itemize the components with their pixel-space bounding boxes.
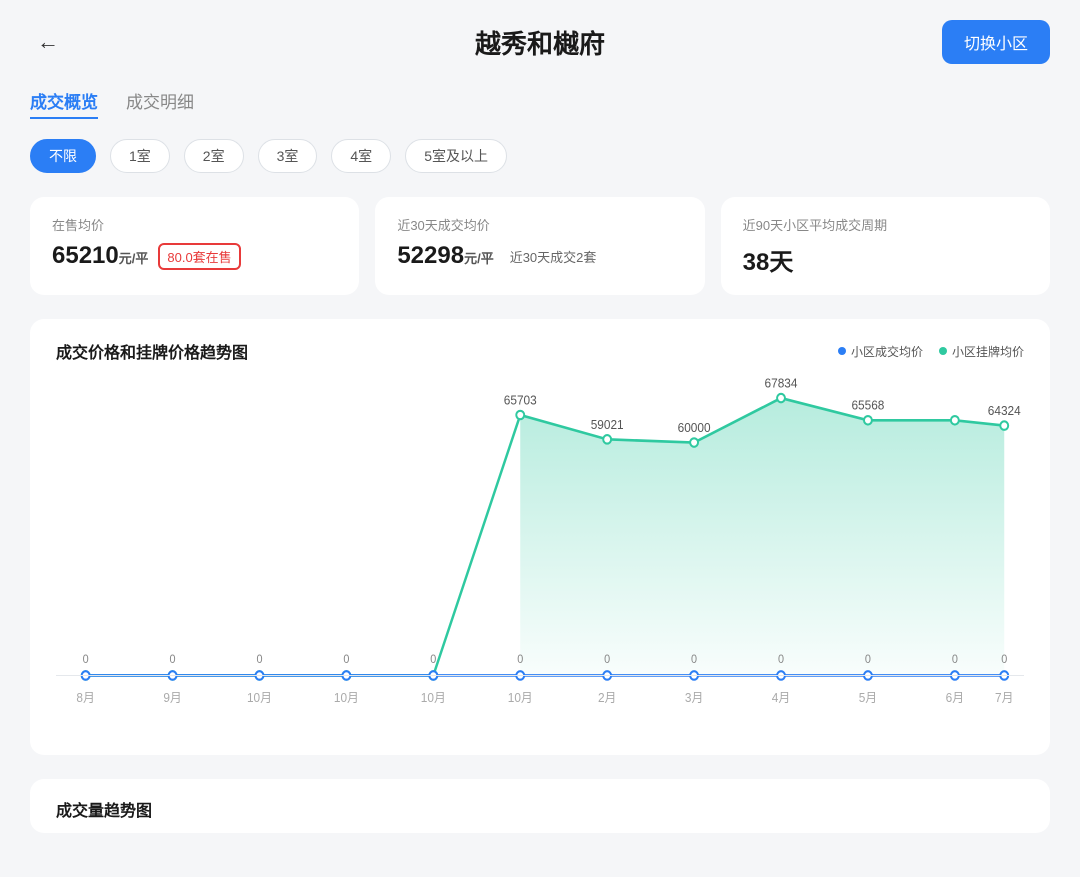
filter-1room[interactable]: 1室 (110, 139, 170, 173)
filter-5room[interactable]: 5室及以上 (405, 139, 507, 173)
deal-label-0-1: 0 (170, 653, 176, 665)
price-chart-card: 成交价格和挂牌价格趋势图 小区成交均价 小区挂牌均价 (30, 319, 1050, 755)
x-label-4: 10月 (421, 691, 446, 705)
switch-community-button[interactable]: 切换小区 (942, 20, 1050, 64)
legend-listing-price: 小区挂牌均价 (939, 343, 1024, 360)
stat-listing-price: 在售均价 65210元/平 80.0套在售 (30, 197, 359, 295)
label-65568: 65568 (851, 398, 884, 412)
x-label-6: 2月 (598, 691, 616, 705)
tab-bar: 成交概览 成交明细 (30, 88, 1050, 119)
listing-dot-7 (690, 438, 698, 446)
deal-label-0-10: 0 (952, 653, 958, 665)
x-label-8: 4月 (772, 691, 790, 705)
page-title: 越秀和樾府 (475, 24, 605, 61)
deal-label-0-5: 0 (517, 653, 523, 665)
stat-deal-price-label: 近30天成交均价 (397, 215, 682, 234)
label-59021: 59021 (591, 417, 624, 431)
price-chart-title: 成交价格和挂牌价格趋势图 (56, 339, 248, 363)
deal-label-0-2: 0 (256, 653, 262, 665)
filter-3room[interactable]: 3室 (258, 139, 318, 173)
filter-4room[interactable]: 4室 (331, 139, 391, 173)
deal-label-0-6: 0 (604, 653, 610, 665)
deal-label-0-7: 0 (691, 653, 697, 665)
x-label-3: 10月 (334, 691, 359, 705)
stat-deal-price: 近30天成交均价 52298元/平 近30天成交2套 (375, 197, 704, 295)
stats-row: 在售均价 65210元/平 80.0套在售 近30天成交均价 52298元/平 … (30, 197, 1050, 295)
x-label-2: 10月 (247, 691, 272, 705)
stat-deal-cycle-value: 38天 (743, 242, 794, 277)
legend-listing-label: 小区挂牌均价 (952, 343, 1024, 360)
listing-dot-10 (951, 416, 959, 424)
listing-dot-9 (864, 416, 872, 424)
listing-dot-5 (516, 411, 524, 419)
stat-listing-price-value: 65210元/平 (52, 242, 148, 270)
x-label-7: 3月 (685, 691, 703, 705)
x-label-10: 6月 (946, 691, 964, 705)
listing-dot-6 (603, 435, 611, 443)
back-arrow-icon: ← (37, 29, 59, 55)
chart-legend: 小区成交均价 小区挂牌均价 (838, 343, 1024, 360)
volume-chart-card: 成交量趋势图 (30, 779, 1050, 833)
legend-deal-price: 小区成交均价 (838, 343, 923, 360)
legend-deal-dot (838, 347, 846, 355)
legend-deal-label: 小区成交均价 (851, 343, 923, 360)
x-label-9: 5月 (859, 691, 877, 705)
chart-fill-area (520, 398, 1004, 675)
stat-deal-cycle: 近90天小区平均成交周期 38天 (721, 197, 1050, 295)
label-65703: 65703 (504, 393, 537, 407)
volume-chart-title: 成交量趋势图 (56, 803, 152, 820)
tab-overview[interactable]: 成交概览 (30, 88, 98, 119)
stat-listing-price-label: 在售均价 (52, 215, 337, 234)
label-64324: 64324 (988, 404, 1021, 418)
label-60000: 60000 (678, 421, 711, 435)
x-label-11: 7月 (995, 691, 1013, 705)
filter-unlimited[interactable]: 不限 (30, 139, 96, 173)
stat-deal-price-sub: 近30天成交2套 (510, 247, 597, 266)
deal-label-0-9: 0 (865, 653, 871, 665)
deal-label-0-0: 0 (83, 653, 89, 665)
stat-deal-cycle-label: 近90天小区平均成交周期 (743, 215, 1028, 234)
x-label-0: 8月 (76, 691, 94, 705)
x-label-1: 9月 (163, 691, 181, 705)
x-label-5: 10月 (508, 691, 533, 705)
tab-detail[interactable]: 成交明细 (126, 88, 194, 119)
stat-listing-badge: 80.0套在售 (158, 243, 240, 270)
listing-dot-8 (777, 394, 785, 402)
deal-label-0-3: 0 (343, 653, 349, 665)
filter-bar: 不限 1室 2室 3室 4室 5室及以上 (30, 139, 1050, 173)
filter-2room[interactable]: 2室 (184, 139, 244, 173)
deal-label-0-4: 0 (430, 653, 436, 665)
back-button[interactable]: ← (30, 24, 66, 60)
price-chart-area: 65703 59021 60000 67834 65568 64324 0 0 … (56, 379, 1024, 739)
stat-deal-price-value: 52298元/平 (397, 242, 493, 270)
deal-label-0-8: 0 (778, 653, 784, 665)
deal-label-0-11: 0 (1001, 653, 1007, 665)
listing-dot-11 (1000, 421, 1008, 429)
legend-listing-dot (939, 347, 947, 355)
label-67834: 67834 (765, 376, 798, 390)
price-chart-svg: 65703 59021 60000 67834 65568 64324 0 0 … (56, 379, 1024, 739)
